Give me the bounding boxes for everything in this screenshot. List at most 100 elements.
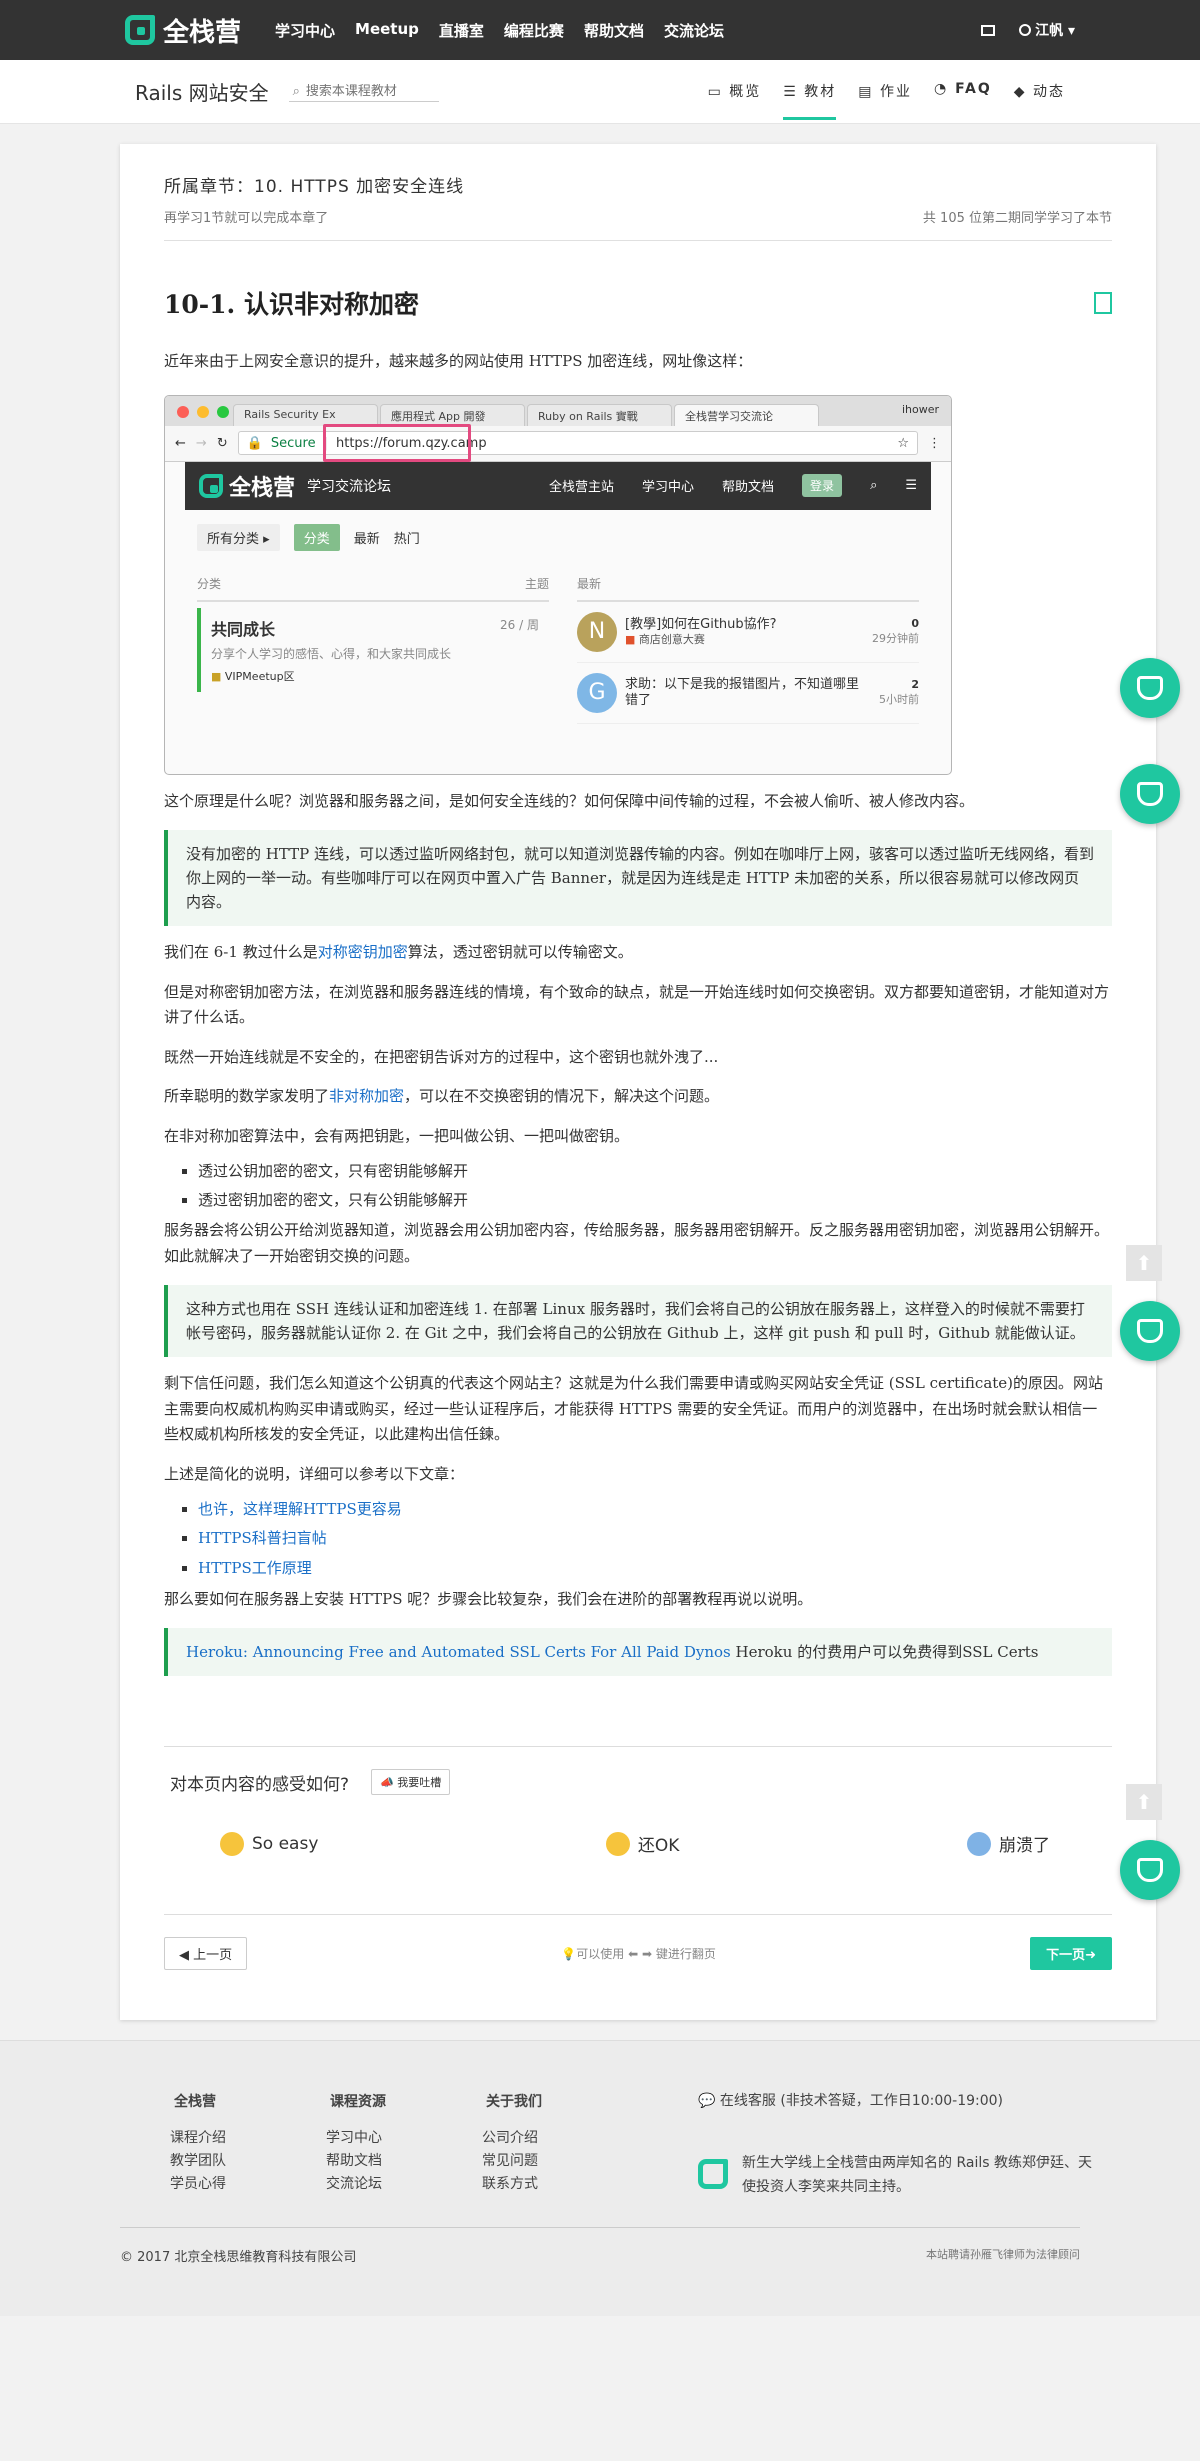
- prev-label: 上一页: [193, 1948, 233, 1964]
- browser-user: ihower: [901, 402, 939, 416]
- paragraph: 服务器会将公钥公开给浏览器知道，浏览器会用公钥加密内容，传给服务器，服务器用密钥…: [164, 1221, 1110, 1265]
- comments-icon: 💬: [698, 2093, 716, 2110]
- forum-body: 所有分类 ▸ 分类 最新 热门 分类 主题 共同成长 26 / 周 分享个人学习…: [185, 510, 931, 738]
- nav-item-contest[interactable]: 编程比赛: [504, 20, 564, 41]
- footer-link[interactable]: 学习中心: [326, 2127, 482, 2150]
- tag-square-icon: ■: [625, 632, 636, 646]
- legal-advisor: 本站聘请孙雁飞律师为法律顾问: [926, 2248, 1080, 2262]
- complain-button[interactable]: 📣 我要吐槽: [371, 1769, 451, 1796]
- search-input[interactable]: [305, 83, 426, 99]
- tab-overview[interactable]: ▭ 概览: [708, 63, 762, 120]
- topic-meta: 0 29分钟前: [872, 617, 919, 646]
- topic-title: [教學]如何在Github協作?: [625, 617, 777, 633]
- course-bar: Rails 网站安全 ⌕ ▭ 概览 ☰ 教材 ▤ 作业 ◔ FAQ ◆ 动态: [0, 60, 1200, 124]
- category-name: 共同成长: [211, 619, 276, 639]
- back-arrow-icon: ←: [175, 435, 186, 451]
- feedback-section: 对本页内容的感受如何? 📣 我要吐槽 So easy 还OK 崩溃了: [164, 1746, 1112, 1856]
- avatar: G: [577, 672, 617, 713]
- chat-float-button[interactable]: [1120, 764, 1180, 824]
- forum-link: 学习中心: [642, 480, 695, 495]
- arrow-up-icon: ⬆: [1135, 1790, 1153, 1814]
- filter-hot: 热门: [393, 531, 420, 547]
- mail-icon[interactable]: [981, 24, 996, 36]
- customer-service[interactable]: 💬 在线客服 (非技术答疑，工作日10:00-19:00): [698, 2091, 1098, 2111]
- forum-login-button: 登录: [802, 474, 843, 497]
- reference-link[interactable]: HTTPS工作原理: [198, 1559, 312, 1577]
- footer-link[interactable]: 交流论坛: [326, 2173, 482, 2196]
- reference-link[interactable]: 也许，这样理解HTTPS更容易: [198, 1500, 402, 1518]
- tab-material[interactable]: ☰ 教材: [783, 63, 837, 120]
- nav-item-forum[interactable]: 交流论坛: [664, 20, 724, 41]
- blockquote: Heroku: Announcing Free and Automated SS…: [164, 1628, 1112, 1677]
- paragraph: 这个原理是什么呢？浏览器和服务器之间，是如何安全连线的？如何保障中间传输的过程，…: [164, 791, 975, 810]
- nav-item-meetup[interactable]: Meetup: [355, 20, 419, 41]
- crying-face-icon: [966, 1831, 991, 1856]
- topic-meta: 2 5小时前: [879, 678, 919, 707]
- next-page-button[interactable]: 下一页➜: [1030, 1937, 1112, 1971]
- symmetric-key-link[interactable]: 对称密钥加密: [318, 943, 408, 961]
- bookmark-icon[interactable]: [1094, 292, 1112, 314]
- back-to-top-button[interactable]: ⬆: [1126, 1245, 1162, 1281]
- asymmetric-link[interactable]: 非对称加密: [329, 1087, 404, 1105]
- user-menu[interactable]: 江帆 ▾: [1019, 20, 1075, 40]
- col-topics: 主题: [524, 576, 549, 591]
- option-ok[interactable]: 还OK: [605, 1831, 679, 1856]
- latest-header: 最新: [577, 575, 919, 602]
- chat-float-button[interactable]: [1120, 658, 1180, 718]
- list-icon: ☰: [783, 84, 798, 100]
- footer: 全栈营 课程介绍 教学团队 学员心得 课程资源 学习中心 帮助文档 交流论坛 关…: [0, 2040, 1200, 2317]
- heroku-link[interactable]: Heroku: Announcing Free and Automated SS…: [186, 1643, 731, 1661]
- filter-categories: 分类: [293, 523, 340, 551]
- topic-tag-text: 商店创意大赛: [638, 632, 705, 646]
- paragraph: 所幸聪明的数学家发明了非对称加密，可以在不交换密钥的情况下，解决这个问题。: [164, 1084, 1112, 1110]
- footer-link[interactable]: 帮助文档: [326, 2150, 482, 2173]
- chat-float-button[interactable]: [1120, 1840, 1180, 1900]
- footer-intro: 新生大学线上全栈营由两岸知名的 Rails 教练郑伊廷、天使投资人李笑来共同主持…: [698, 2151, 1098, 2199]
- filter-label: 所有分类: [207, 531, 260, 547]
- blockquote-text: 这种方式也用在 SSH 连线认证和加密连线 1. 在部署 Linux 服务器时，…: [186, 1300, 1085, 1342]
- chat-float-button[interactable]: [1120, 1301, 1180, 1361]
- option-crash[interactable]: 崩溃了: [966, 1831, 1050, 1857]
- text: 算法，透过密钥就可以传输密文。: [407, 943, 633, 961]
- footer-link[interactable]: 常见问题: [482, 2150, 638, 2173]
- prev-page-button[interactable]: ◀ 上一页: [164, 1937, 248, 1971]
- footer-link[interactable]: 公司介绍: [482, 2127, 638, 2150]
- chapter-title: 所属章节：10. HTTPS 加密安全连线: [164, 177, 465, 197]
- option-easy[interactable]: So easy: [220, 1831, 318, 1856]
- footer-col-brand: 全栈营 课程介绍 教学团队 学员心得: [170, 2091, 326, 2199]
- tab-faq[interactable]: ◔ FAQ: [934, 63, 992, 120]
- hint-text: 键进行翻页: [655, 1947, 716, 1962]
- top-nav: 全栈营 学习中心 Meetup 直播室 编程比赛 帮助文档 交流论坛 江帆 ▾: [0, 0, 1200, 60]
- megaphone-icon: 📣: [380, 1776, 394, 1790]
- nav-item-learning[interactable]: 学习中心: [275, 20, 335, 41]
- browser-tabbar: Rails Security Ex 應用程式 App 開發 Ruby on Ra…: [165, 395, 951, 426]
- brand-logo[interactable]: 全栈营: [125, 12, 241, 49]
- forum-logo-icon: [199, 473, 223, 498]
- star-icon: ☆: [897, 435, 909, 451]
- user-icon: [1019, 24, 1032, 36]
- search-icon: ⌕: [870, 478, 878, 493]
- footer-link[interactable]: 教学团队: [170, 2150, 326, 2173]
- reference-link[interactable]: HTTPS科普扫盲帖: [198, 1529, 327, 1547]
- tab-homework[interactable]: ▤ 作业: [858, 63, 912, 120]
- chat-icon: [1137, 782, 1163, 806]
- paragraph: 那么要如何在服务器上安装 HTTPS 呢？步骤会比较复杂，我们会在进阶的部署教程…: [164, 1589, 813, 1608]
- chat-icon: [1137, 1319, 1163, 1343]
- back-to-top-button[interactable]: ⬆: [1126, 1784, 1162, 1820]
- footer-col-title: 全栈营: [174, 2094, 216, 2111]
- logo-icon: [125, 15, 155, 45]
- footer-col-about: 关于我们 公司介绍 常见问题 联系方式: [482, 2091, 638, 2199]
- footer-link[interactable]: 联系方式: [482, 2173, 638, 2196]
- footer-link[interactable]: 学员心得: [170, 2173, 326, 2196]
- nav-item-docs[interactable]: 帮助文档: [584, 20, 644, 41]
- blockquote: 没有加密的 HTTP 连线，可以透过监听网络封包，就可以知道浏览器传输的内容。例…: [164, 830, 1112, 926]
- topic-replies: 2: [911, 678, 919, 691]
- footer-columns: 全栈营 课程介绍 教学团队 学员心得 课程资源 学习中心 帮助文档 交流论坛 关…: [0, 2091, 1200, 2199]
- footer-link[interactable]: 课程介绍: [170, 2127, 326, 2150]
- option-label: 崩溃了: [998, 1836, 1050, 1857]
- arrow-right-icon: ➜: [1085, 1948, 1096, 1964]
- nav-item-live[interactable]: 直播室: [439, 20, 484, 41]
- tab-activity[interactable]: ◆ 动态: [1014, 63, 1065, 120]
- course-title: Rails 网站安全: [135, 81, 269, 105]
- zoom-dot-icon: [217, 405, 229, 418]
